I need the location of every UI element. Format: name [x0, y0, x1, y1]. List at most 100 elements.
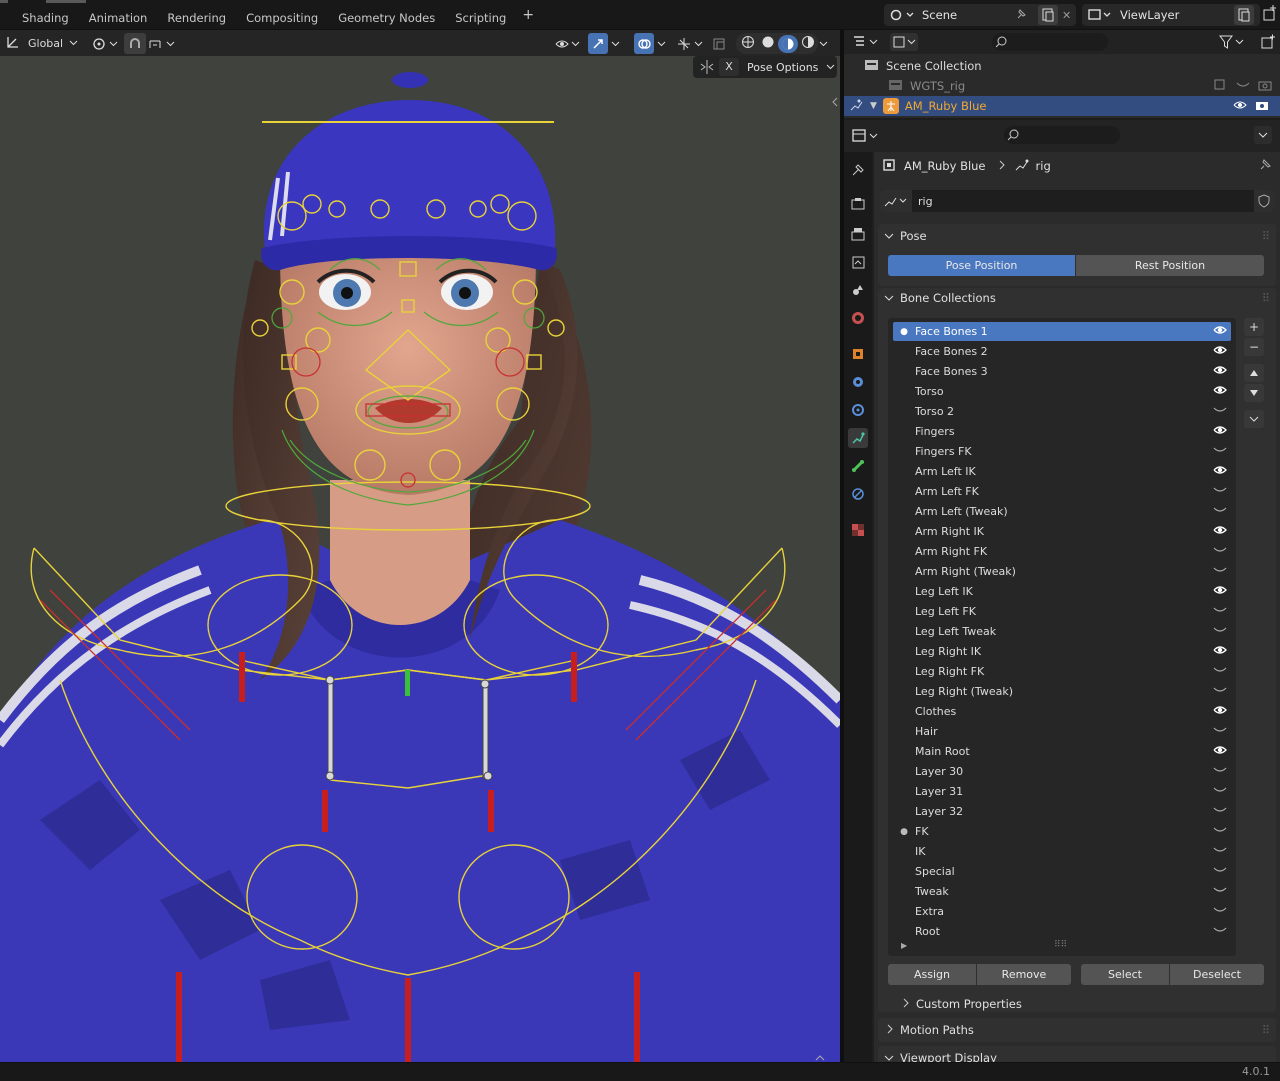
- editor-type-icon[interactable]: [852, 34, 880, 53]
- bone-collection-row[interactable]: Arm Right (Tweak): [893, 562, 1231, 581]
- chevron-down-icon[interactable]: [1254, 126, 1272, 144]
- eye-closed-icon[interactable]: [1209, 685, 1231, 698]
- bone-collection-row[interactable]: Tweak: [893, 882, 1231, 901]
- outliner-item-armature[interactable]: ▼ AM_Ruby Blue: [844, 96, 1280, 116]
- bone-collection-row[interactable]: Face Bones 2: [893, 342, 1231, 361]
- custom-properties-subpanel[interactable]: Custom Properties: [894, 992, 1274, 1016]
- eye-closed-icon[interactable]: [1209, 845, 1231, 858]
- bone-collection-row[interactable]: Face Bones 3: [893, 362, 1231, 381]
- eye-closed-icon[interactable]: [1209, 625, 1231, 638]
- bone-collection-row[interactable]: Fingers FK: [893, 442, 1231, 461]
- bone-collection-row[interactable]: Arm Left IK: [893, 462, 1231, 481]
- tab-rendering[interactable]: Rendering: [157, 0, 236, 30]
- new-view-layer-icon[interactable]: [1234, 5, 1254, 25]
- eye-closed-icon[interactable]: [1209, 565, 1231, 578]
- eye-icon[interactable]: [1209, 425, 1231, 438]
- bone-collection-row[interactable]: Clothes: [893, 702, 1231, 721]
- eye-closed-icon[interactable]: [1209, 905, 1231, 918]
- display-mode-icon[interactable]: [890, 33, 918, 51]
- bone-collection-row[interactable]: Layer 31: [893, 782, 1231, 801]
- eye-closed-icon[interactable]: [1209, 725, 1231, 738]
- bone-collection-row[interactable]: Leg Right IK: [893, 642, 1231, 661]
- tab-animation[interactable]: Animation: [79, 0, 158, 30]
- bone-collection-row[interactable]: Leg Left FK: [893, 602, 1231, 621]
- bone-collection-row[interactable]: Arm Right IK: [893, 522, 1231, 541]
- exclude-checkbox-icon[interactable]: [1214, 79, 1226, 94]
- camera-icon[interactable]: [1258, 79, 1272, 94]
- outliner-search-input[interactable]: [992, 33, 1108, 51]
- x-axis-mirror-toggle[interactable]: X: [719, 58, 739, 76]
- tab-scripting[interactable]: Scripting: [445, 0, 516, 30]
- snap-toggle[interactable]: [124, 33, 146, 54]
- eye-closed-icon[interactable]: [1209, 865, 1231, 878]
- tab-shading[interactable]: Shading: [0, 0, 79, 30]
- eye-closed-icon[interactable]: [1209, 545, 1231, 558]
- bone-collection-row[interactable]: Layer 32: [893, 802, 1231, 821]
- bone-collection-row[interactable]: Arm Left FK: [893, 482, 1231, 501]
- new-collection-icon[interactable]: [1260, 34, 1276, 53]
- eye-icon[interactable]: [1209, 525, 1231, 538]
- new-scene-icon[interactable]: [1038, 5, 1058, 25]
- eye-closed-icon[interactable]: [1209, 765, 1231, 778]
- specials-menu-button[interactable]: [1244, 410, 1264, 428]
- pin-icon[interactable]: [1258, 158, 1272, 175]
- bone-collection-row[interactable]: ● FK: [893, 822, 1231, 841]
- bone-tab-icon[interactable]: [848, 456, 868, 476]
- drag-handle-icon[interactable]: ⠿: [1262, 229, 1270, 243]
- bone-collection-row[interactable]: Main Root: [893, 742, 1231, 761]
- motion-paths-header[interactable]: Motion Paths ⠿: [878, 1018, 1276, 1042]
- move-down-button[interactable]: [1244, 384, 1264, 402]
- eye-icon[interactable]: [1209, 365, 1231, 378]
- eye-icon[interactable]: [1233, 99, 1247, 113]
- bone-collections-header[interactable]: Bone Collections ⠿: [878, 286, 1276, 310]
- bone-collection-row[interactable]: Arm Right FK: [893, 542, 1231, 561]
- viewport-display-header[interactable]: Viewport Display: [878, 1046, 1276, 1062]
- close-icon[interactable]: ✕: [1062, 9, 1071, 22]
- list-resize-handle-icon[interactable]: ⠿⠿: [1054, 940, 1067, 950]
- bone-collection-row[interactable]: Leg Right (Tweak): [893, 682, 1231, 701]
- eye-icon[interactable]: [1209, 325, 1231, 338]
- eye-closed-icon[interactable]: [1209, 505, 1231, 518]
- eye-icon[interactable]: [1209, 745, 1231, 758]
- material-preview-icon[interactable]: [778, 34, 798, 53]
- scene-selector[interactable]: Scene ✕: [884, 4, 1076, 26]
- bone-collection-row[interactable]: Leg Right FK: [893, 662, 1231, 681]
- pose-options-dropdown[interactable]: Pose Options: [747, 61, 818, 74]
- bone-collection-row[interactable]: Hair: [893, 722, 1231, 741]
- bone-collection-row[interactable]: Leg Left IK: [893, 582, 1231, 601]
- filter-icon[interactable]: [1218, 34, 1248, 53]
- world-tab-icon[interactable]: [848, 308, 868, 328]
- chevron-down-icon[interactable]: [610, 33, 626, 54]
- add-collection-button[interactable]: +: [1244, 318, 1264, 336]
- eye-icon[interactable]: [1209, 585, 1231, 598]
- xray-toggle[interactable]: [712, 33, 730, 54]
- eye-closed-icon[interactable]: [1236, 79, 1250, 93]
- pose-panel-header[interactable]: Pose ⠿: [878, 224, 1276, 248]
- expand-arrow-icon[interactable]: ▼: [870, 101, 877, 111]
- eye-icon[interactable]: [1209, 645, 1231, 658]
- armature-data-icon[interactable]: [880, 190, 912, 212]
- pivot-point-dropdown[interactable]: [90, 33, 120, 54]
- rendered-shading-icon[interactable]: [798, 35, 818, 52]
- gizmo-toggle[interactable]: [588, 33, 608, 54]
- eye-closed-icon[interactable]: [1209, 405, 1231, 418]
- bone-collection-row[interactable]: Arm Left (Tweak): [893, 502, 1231, 521]
- eye-closed-icon[interactable]: [1209, 605, 1231, 618]
- eye-closed-icon[interactable]: [1209, 445, 1231, 458]
- chevron-down-icon[interactable]: [656, 33, 672, 54]
- modifier-tab-icon[interactable]: [848, 372, 868, 392]
- object-tab-icon[interactable]: [848, 344, 868, 364]
- eye-closed-icon[interactable]: [1209, 805, 1231, 818]
- render-tab-icon[interactable]: [848, 194, 868, 214]
- pose-position-button[interactable]: Pose Position: [888, 255, 1075, 276]
- eye-icon[interactable]: [1209, 345, 1231, 358]
- drag-handle-icon[interactable]: ⠿: [1262, 1023, 1270, 1037]
- bone-constraint-tab-icon[interactable]: [848, 484, 868, 504]
- armature-data-tab-icon[interactable]: [848, 428, 868, 448]
- rest-position-button[interactable]: Rest Position: [1076, 255, 1264, 276]
- outliner-item-wgts[interactable]: WGTS_rig: [844, 76, 1280, 96]
- view-layer-tab-icon[interactable]: [848, 252, 868, 272]
- bone-collection-row[interactable]: Torso: [893, 382, 1231, 401]
- eye-closed-icon[interactable]: [1209, 485, 1231, 498]
- physics-tab-icon[interactable]: [848, 400, 868, 420]
